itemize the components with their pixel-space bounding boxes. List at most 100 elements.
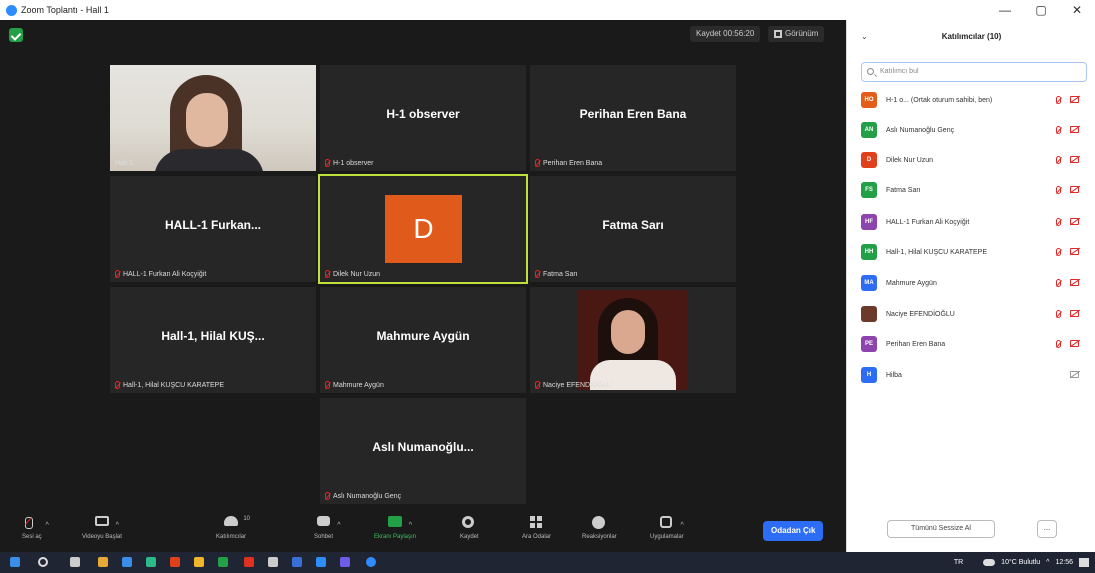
participant-row[interactable]: HF HALL-1 Furkan Ali Koçyiğit: [861, 212, 1091, 232]
camera-off-icon[interactable]: [1070, 371, 1079, 378]
participants-button[interactable]: 10 Katılımcılar: [216, 512, 250, 552]
taskbar-app-icon[interactable]: [146, 557, 156, 567]
participant-video: [578, 290, 688, 390]
video-tile-dilek-active-speaker[interactable]: D Dilek Nur Uzun: [318, 174, 528, 284]
video-tile-perihan[interactable]: Perihan Eren Bana Perihan Eren Bana: [530, 65, 736, 171]
tile-label: HALL-1 Furkan Ali Koçyiğit: [115, 270, 206, 278]
maximize-button[interactable]: ▢: [1023, 0, 1059, 20]
apps-icon: ^: [659, 516, 684, 530]
breakout-rooms-button[interactable]: Ara Odalar: [522, 512, 551, 552]
mic-muted-icon[interactable]: [1056, 248, 1061, 256]
security-shield-icon[interactable]: [9, 28, 23, 42]
tile-label: Fatma Sarı: [535, 270, 578, 278]
avatar: D: [385, 195, 462, 263]
avatar-photo: [861, 306, 877, 322]
participant-video: [110, 65, 316, 171]
video-tile-naciye[interactable]: Naciye EFENDİOĞLU: [530, 287, 736, 393]
share-screen-icon: ^: [388, 516, 412, 530]
tile-label: Hall-1, Hilal KUŞCU KARATEPE: [115, 381, 224, 389]
avatar: AN: [861, 122, 877, 138]
taskbar-app-icon[interactable]: [316, 557, 326, 567]
mic-muted-icon[interactable]: [1056, 340, 1061, 348]
participant-row[interactable]: Naciye EFENDİOĞLU: [861, 304, 1091, 324]
close-button[interactable]: ✕: [1059, 0, 1095, 20]
chat-button[interactable]: ^ Sohbet: [314, 512, 341, 552]
leave-room-button[interactable]: Odadan Çık: [763, 521, 824, 541]
zoom-taskbar-icon[interactable]: [366, 557, 376, 567]
participant-row[interactable]: AN Aslı Numanoğlu Genç: [861, 120, 1091, 140]
windows-taskbar: TR 10°C Bulutlu ^ 12:56: [0, 552, 1095, 573]
minimize-button[interactable]: —: [987, 0, 1023, 20]
taskbar-app-icon[interactable]: [268, 557, 278, 567]
taskbar-app-icon[interactable]: [122, 557, 132, 567]
video-tile-hilal[interactable]: Hall-1, Hilal KUŞ... Hall-1, Hilal KUŞCU…: [110, 287, 316, 393]
notification-icon[interactable]: [1079, 558, 1089, 567]
taskbar-app-icon[interactable]: [218, 557, 228, 567]
view-button[interactable]: Görünüm: [768, 26, 825, 42]
taskbar-app-icon[interactable]: [244, 557, 254, 567]
weather-text[interactable]: 10°C Bulutlu: [1001, 559, 1040, 566]
share-screen-button[interactable]: ^ Ekranı Paylaşın: [374, 512, 416, 552]
participant-row[interactable]: FS Fatma Sarı: [861, 180, 1091, 200]
mic-muted-icon[interactable]: [1056, 279, 1061, 287]
apps-button[interactable]: ^ Uygulamalar: [650, 512, 684, 552]
recording-badge[interactable]: Kaydet 00:56:20: [690, 26, 761, 42]
windows-start-icon[interactable]: [10, 557, 20, 567]
participant-row[interactable]: H Hilba: [861, 365, 1091, 385]
avatar: H: [861, 367, 877, 383]
participant-row[interactable]: MA Mahmure Aygün: [861, 273, 1091, 293]
taskbar-app-icon[interactable]: [170, 557, 180, 567]
tile-name: H-1 observer: [386, 107, 460, 121]
task-view-icon[interactable]: [70, 557, 80, 567]
video-tile-mahmure[interactable]: Mahmure Aygün Mahmure Aygün: [320, 287, 526, 393]
search-icon[interactable]: [38, 557, 48, 567]
camera-off-icon[interactable]: [1070, 126, 1079, 133]
video-tile-hall1[interactable]: Hall 1: [110, 65, 316, 171]
more-options-button[interactable]: ...: [1037, 520, 1057, 538]
start-video-button[interactable]: ^ Videoyu Başlat: [82, 512, 122, 552]
mic-muted-icon[interactable]: [1056, 96, 1061, 104]
participant-row[interactable]: HH Hall-1, Hilal KUŞCU KARATEPE: [861, 242, 1091, 262]
video-tile-asli[interactable]: Aslı Numanoğlu... Aslı Numanoğlu Genç: [320, 398, 526, 504]
camera-off-icon[interactable]: [1070, 340, 1079, 347]
camera-off-icon[interactable]: [1070, 218, 1079, 225]
taskbar-app-icon[interactable]: [98, 557, 108, 567]
zoom-app: Zoom Toplantı - Hall 1 — ▢ ✕ Kaydet 00:5…: [0, 0, 1095, 573]
mic-muted-icon[interactable]: [1056, 186, 1061, 194]
tile-label: Mahmure Aygün: [325, 381, 384, 389]
video-tile-h1-observer[interactable]: H-1 observer H-1 observer: [320, 65, 526, 171]
mic-muted-icon[interactable]: [1056, 156, 1061, 164]
participant-row[interactable]: HO H-1 o... (Ortak oturum sahibi, ben): [861, 90, 1091, 110]
mic-muted-icon: [325, 381, 330, 389]
video-tile-fatma[interactable]: Fatma Sarı Fatma Sarı: [530, 176, 736, 282]
camera-off-icon[interactable]: [1070, 248, 1079, 255]
tile-label: Perihan Eren Bana: [535, 159, 602, 167]
camera-off-icon[interactable]: [1070, 310, 1079, 317]
mic-muted-icon[interactable]: [1056, 218, 1061, 226]
chat-icon: ^: [316, 516, 341, 530]
mic-muted-icon[interactable]: [1056, 310, 1061, 318]
participant-search-input[interactable]: Katılımcı bul: [861, 62, 1087, 82]
taskbar-app-icon[interactable]: [340, 557, 350, 567]
tile-name: Hall-1, Hilal KUŞ...: [161, 329, 265, 343]
camera-off-icon[interactable]: [1070, 279, 1079, 286]
unmute-button[interactable]: ^ Sesi aç: [22, 512, 49, 552]
participant-row[interactable]: PE Perihan Eren Bana: [861, 334, 1091, 354]
mute-all-button[interactable]: Tümünü Sessize Al: [887, 520, 995, 538]
tile-label: Aslı Numanoğlu Genç: [325, 492, 401, 500]
avatar: FS: [861, 182, 877, 198]
taskbar-app-icon[interactable]: [292, 557, 302, 567]
taskbar-app-icon[interactable]: [194, 557, 204, 567]
participant-row[interactable]: D Dilek Nur Uzun: [861, 150, 1091, 170]
record-button[interactable]: Kaydet: [460, 512, 479, 552]
volume-icon[interactable]: ^: [1046, 559, 1049, 566]
video-tile-furkan[interactable]: HALL-1 Furkan... HALL-1 Furkan Ali Koçyi…: [110, 176, 316, 282]
camera-off-icon[interactable]: [1070, 186, 1079, 193]
reactions-button[interactable]: Reaksiyonlar: [582, 512, 617, 552]
camera-off-icon[interactable]: [1070, 96, 1079, 103]
mic-muted-icon[interactable]: [1056, 126, 1061, 134]
camera-off-icon[interactable]: [1070, 156, 1079, 163]
mic-muted-icon: [325, 159, 330, 167]
language-indicator[interactable]: TR: [954, 559, 963, 566]
clock[interactable]: 12:56: [1055, 559, 1073, 566]
